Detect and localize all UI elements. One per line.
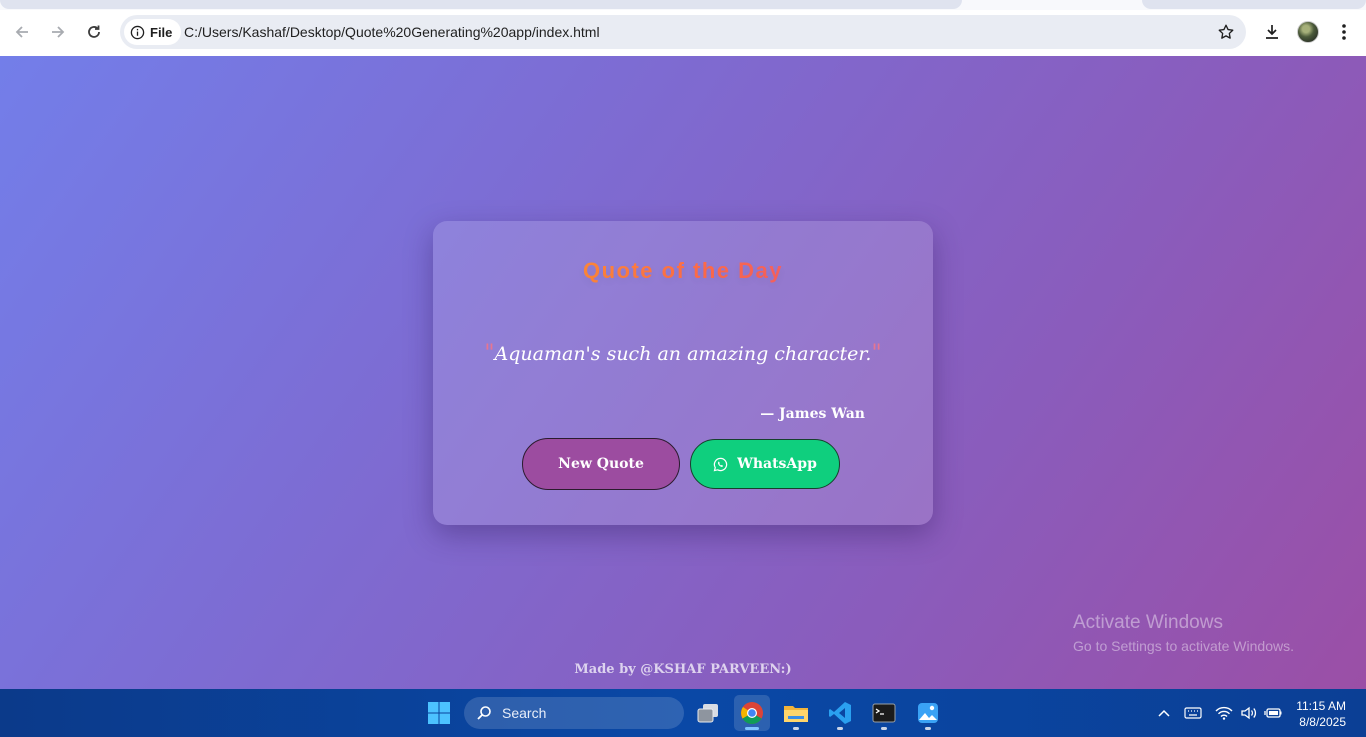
chrome-icon <box>741 702 763 724</box>
page-viewport: Quote of the Day "Aquaman's such an amaz… <box>0 56 1366 689</box>
browser-menu-button[interactable] <box>1329 17 1359 47</box>
download-icon <box>1266 25 1278 39</box>
clock-date: 8/8/2025 <box>1299 715 1346 729</box>
chevron-up-icon <box>1158 709 1170 717</box>
battery-icon <box>1264 708 1282 718</box>
start-button[interactable] <box>421 695 457 731</box>
system-clock[interactable]: 11:15 AM 8/8/2025 <box>1296 698 1346 730</box>
inactive-tab-edge[interactable] <box>1142 0 1366 9</box>
photos-running-indicator <box>925 727 931 730</box>
search-icon <box>477 706 491 720</box>
explorer-running-indicator <box>793 727 799 730</box>
back-arrow-icon <box>15 26 28 38</box>
file-explorer-icon <box>784 706 808 722</box>
windows-taskbar: Search 11:15 AM 8/8/2025 <box>0 689 1366 737</box>
forward-arrow-icon <box>52 26 65 38</box>
whatsapp-icon <box>713 457 728 471</box>
show-hidden-icons-button[interactable] <box>1153 702 1175 724</box>
star-icon <box>1218 24 1234 39</box>
downloads-button[interactable] <box>1257 17 1287 47</box>
volume-indicator[interactable] <box>1238 702 1260 724</box>
quote-text: Aquaman's such an amazing character. <box>494 343 872 365</box>
vscode-running-indicator <box>837 727 843 730</box>
browser-toolbar: File C:/Users/Kashaf/Desktop/Quote%20Gen… <box>0 10 1366 56</box>
task-view-button[interactable] <box>690 695 726 731</box>
clock-time: 11:15 AM <box>1296 699 1346 713</box>
taskbar-terminal[interactable] <box>866 695 902 731</box>
kebab-menu-icon <box>1342 24 1346 40</box>
close-quote-mark: " <box>871 341 882 366</box>
browser-tab-strip <box>0 0 1366 10</box>
taskbar-file-explorer[interactable] <box>778 695 814 731</box>
whatsapp-label: WhatsApp <box>737 456 817 472</box>
terminal-running-indicator <box>881 727 887 730</box>
reload-icon <box>88 25 100 38</box>
bookmark-button[interactable] <box>1216 22 1236 42</box>
photos-icon <box>918 703 938 723</box>
info-icon <box>130 25 145 39</box>
watermark-title: Activate Windows <box>1073 612 1223 633</box>
new-quote-label: New Quote <box>558 456 644 472</box>
reload-button[interactable] <box>79 17 109 47</box>
active-tab-edge[interactable] <box>0 0 962 9</box>
taskbar-chrome[interactable] <box>734 695 770 731</box>
avatar <box>1297 21 1319 43</box>
quote-text-block: "Aquaman's such an amazing character." <box>433 341 933 366</box>
volume-icon <box>1241 706 1257 720</box>
taskbar-photos[interactable] <box>910 695 946 731</box>
chrome-running-indicator <box>745 727 759 730</box>
network-indicator[interactable] <box>1213 702 1235 724</box>
url-text[interactable]: C:/Users/Kashaf/Desktop/Quote%20Generati… <box>184 24 600 40</box>
forward-button[interactable] <box>43 17 73 47</box>
site-info-label: File <box>150 24 173 40</box>
new-quote-button[interactable]: New Quote <box>522 438 680 490</box>
windows-start-icon <box>428 702 450 724</box>
quote-card: Quote of the Day "Aquaman's such an amaz… <box>433 221 933 525</box>
activate-windows-watermark: Activate Windows Go to Settings to activ… <box>1073 612 1294 654</box>
open-quote-mark: " <box>484 341 495 366</box>
taskbar-search[interactable]: Search <box>464 697 684 729</box>
keyboard-icon <box>1184 707 1202 719</box>
task-view-icon <box>697 704 718 723</box>
profile-button[interactable] <box>1293 17 1323 47</box>
quote-author: — James Wan <box>760 406 865 422</box>
address-bar[interactable]: File C:/Users/Kashaf/Desktop/Quote%20Gen… <box>120 15 1246 49</box>
footer-credit: Made by @KSHAF PARVEEN:) <box>574 662 792 677</box>
wifi-icon <box>1215 706 1233 720</box>
taskbar-vscode[interactable] <box>822 695 858 731</box>
terminal-icon <box>872 703 896 723</box>
battery-indicator[interactable] <box>1262 702 1284 724</box>
site-info-chip[interactable]: File <box>124 19 182 45</box>
vscode-icon <box>829 702 851 724</box>
whatsapp-share-button[interactable]: WhatsApp <box>690 439 840 489</box>
watermark-subtitle: Go to Settings to activate Windows. <box>1073 638 1294 654</box>
taskbar-search-placeholder: Search <box>502 705 547 721</box>
back-button[interactable] <box>7 17 37 47</box>
card-title: Quote of the Day <box>433 258 933 284</box>
input-indicator[interactable] <box>1182 702 1204 724</box>
